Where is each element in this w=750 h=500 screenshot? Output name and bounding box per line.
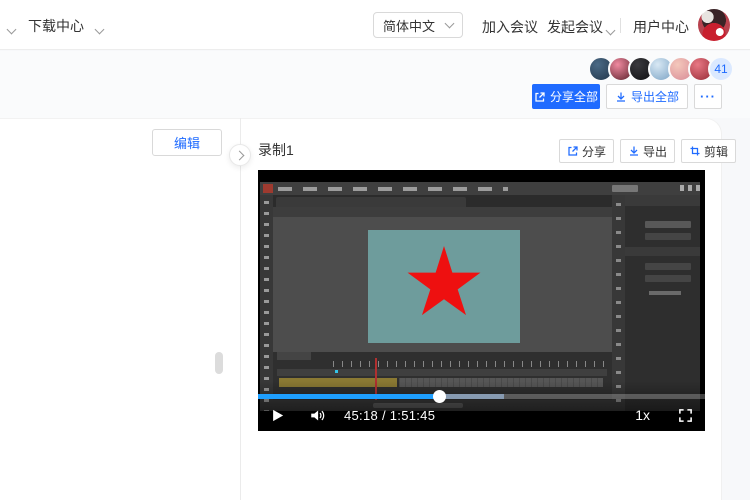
participant-avatars [588, 56, 714, 82]
time-display: 45:18 / 1:51:45 [344, 407, 436, 423]
animate-stage [368, 230, 520, 343]
video-ui-decoration [645, 275, 691, 282]
volume-icon [311, 410, 325, 420]
edit-button[interactable]: 编辑 [152, 129, 222, 156]
video-frame-properties-panel [625, 195, 700, 412]
video-ui-decoration [277, 352, 311, 360]
divider [620, 18, 621, 33]
share-recording-button[interactable]: 分享 [559, 139, 615, 163]
language-select-value: 简体中文 [383, 18, 436, 34]
share-all-label: 分享全部 [549, 90, 598, 104]
video-frame-panel-icons [612, 195, 625, 412]
progress-fill [258, 394, 440, 399]
clip-recording-button[interactable]: 剪辑 [681, 139, 737, 163]
export-recording-button[interactable]: 导出 [620, 139, 676, 163]
player-controls: 45:18 / 1:51:45 1x [258, 402, 705, 428]
video-ui-decoration [645, 221, 691, 228]
page-title: 下载中心 [28, 18, 84, 34]
video-ui-decoration [625, 195, 700, 206]
panel-divider [240, 118, 241, 500]
clip-recording-label: 剪辑 [704, 144, 729, 159]
progress-bar[interactable] [258, 390, 705, 403]
video-ui-decoration [645, 233, 691, 240]
top-bar: 下载中心 简体中文 加入会议 发起会议 用户中心 [0, 0, 750, 50]
collapse-panel-toggle[interactable] [229, 144, 251, 166]
fullscreen-icon [679, 408, 692, 422]
recording-title: 录制1 [258, 142, 294, 158]
video-ui-decoration [612, 185, 638, 192]
clip-icon [690, 146, 700, 156]
share-all-button[interactable]: 分享全部 [532, 84, 600, 109]
video-ui-decoration [273, 207, 612, 217]
export-recording-label: 导出 [643, 144, 668, 159]
play-button[interactable] [270, 408, 285, 423]
play-icon [273, 409, 284, 421]
more-icon: ··· [700, 89, 716, 104]
window-controls-icons [680, 185, 700, 191]
share-recording-label: 分享 [582, 144, 607, 159]
share-icon [535, 91, 545, 102]
language-select[interactable]: 简体中文 [373, 12, 463, 38]
video-ui-decoration [276, 197, 466, 207]
share-icon [568, 146, 578, 156]
video-ui-decoration [649, 291, 681, 295]
download-icon [616, 92, 625, 102]
video-frame-menubar [260, 182, 703, 195]
video-ui-decoration [625, 247, 700, 256]
recording-actions: 分享 导出 剪辑 [559, 139, 737, 163]
more-actions-button[interactable]: ··· [694, 84, 722, 109]
user-center-link[interactable]: 用户中心 [633, 17, 689, 37]
participant-count-badge[interactable]: 41 [708, 56, 734, 82]
start-meeting-link[interactable]: 发起会议 [547, 17, 603, 37]
collapse-nav-icon[interactable] [6, 20, 17, 38]
chevron-down-icon [444, 18, 455, 29]
video-ui-decoration [277, 369, 607, 376]
start-meeting-chevron-icon[interactable] [605, 21, 616, 39]
share-band: 41 分享全部 导出全部 ··· [0, 51, 750, 118]
join-meeting-link[interactable]: 加入会议 [482, 17, 538, 37]
export-all-button[interactable]: 导出全部 [606, 84, 688, 109]
video-ui-decoration [645, 263, 691, 270]
video-player[interactable]: 45:18 / 1:51:45 1x [258, 170, 705, 431]
video-frame-toolbar [260, 195, 273, 412]
playback-speed-button[interactable]: 1x [635, 407, 650, 423]
sidebar-scrollbar[interactable] [215, 352, 223, 374]
nav-title-chevron-icon[interactable] [94, 20, 105, 38]
animate-logo [263, 184, 273, 193]
video-ui-decoration [335, 370, 338, 373]
download-icon [630, 146, 639, 156]
fullscreen-button[interactable] [678, 408, 693, 423]
video-frame-stage-area [273, 217, 612, 352]
video-ui-decoration [278, 187, 508, 191]
red-star-shape [407, 246, 481, 316]
volume-button[interactable] [309, 408, 326, 423]
chevron-right-icon [234, 150, 244, 160]
export-all-label: 导出全部 [630, 90, 679, 104]
user-avatar[interactable] [698, 9, 730, 41]
